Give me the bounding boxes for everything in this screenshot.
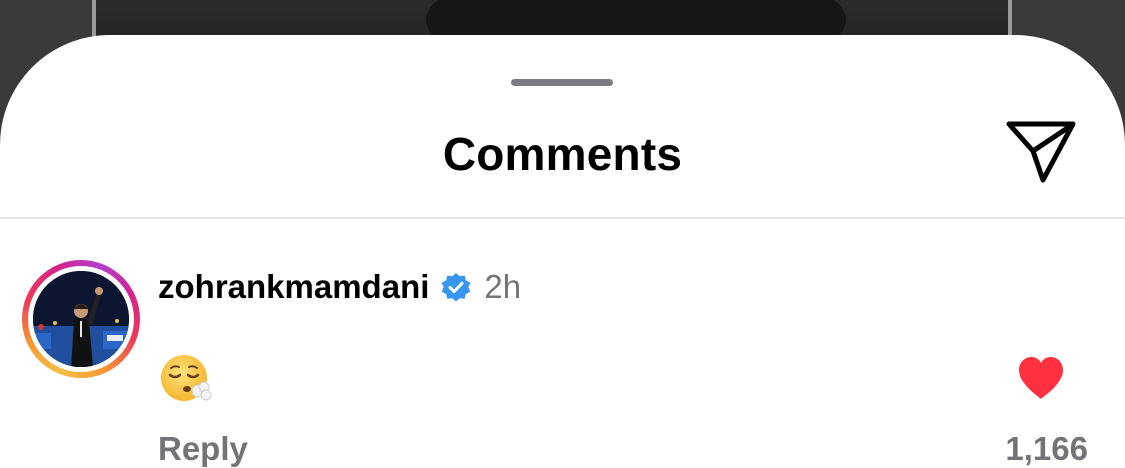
comment-header: zohrankmamdani 2h — [158, 265, 521, 309]
sheet-title: Comments — [442, 128, 683, 180]
avatar — [33, 271, 129, 367]
reply-button[interactable]: Reply — [158, 430, 248, 468]
avatar-story-ring[interactable] — [22, 260, 140, 378]
like-count: 1,166 — [1005, 430, 1088, 467]
comment-username[interactable]: zohrankmamdani — [158, 268, 429, 306]
heart-filled-icon — [1019, 357, 1063, 399]
verified-badge-icon — [442, 273, 471, 302]
paper-plane-icon — [1006, 121, 1076, 183]
header-divider — [0, 217, 1125, 219]
comment-timestamp: 2h — [484, 268, 522, 305]
like-button[interactable] — [1016, 355, 1066, 401]
share-button[interactable] — [1003, 118, 1079, 186]
emoji-graphic — [161, 355, 212, 401]
comments-sheet: Comments zohrankmamdani 2h Reply 1,166 — [0, 35, 1125, 467]
face-exhaling-emoji — [160, 353, 212, 405]
sheet-grabber[interactable] — [511, 79, 613, 86]
avatar-photo — [33, 271, 129, 367]
